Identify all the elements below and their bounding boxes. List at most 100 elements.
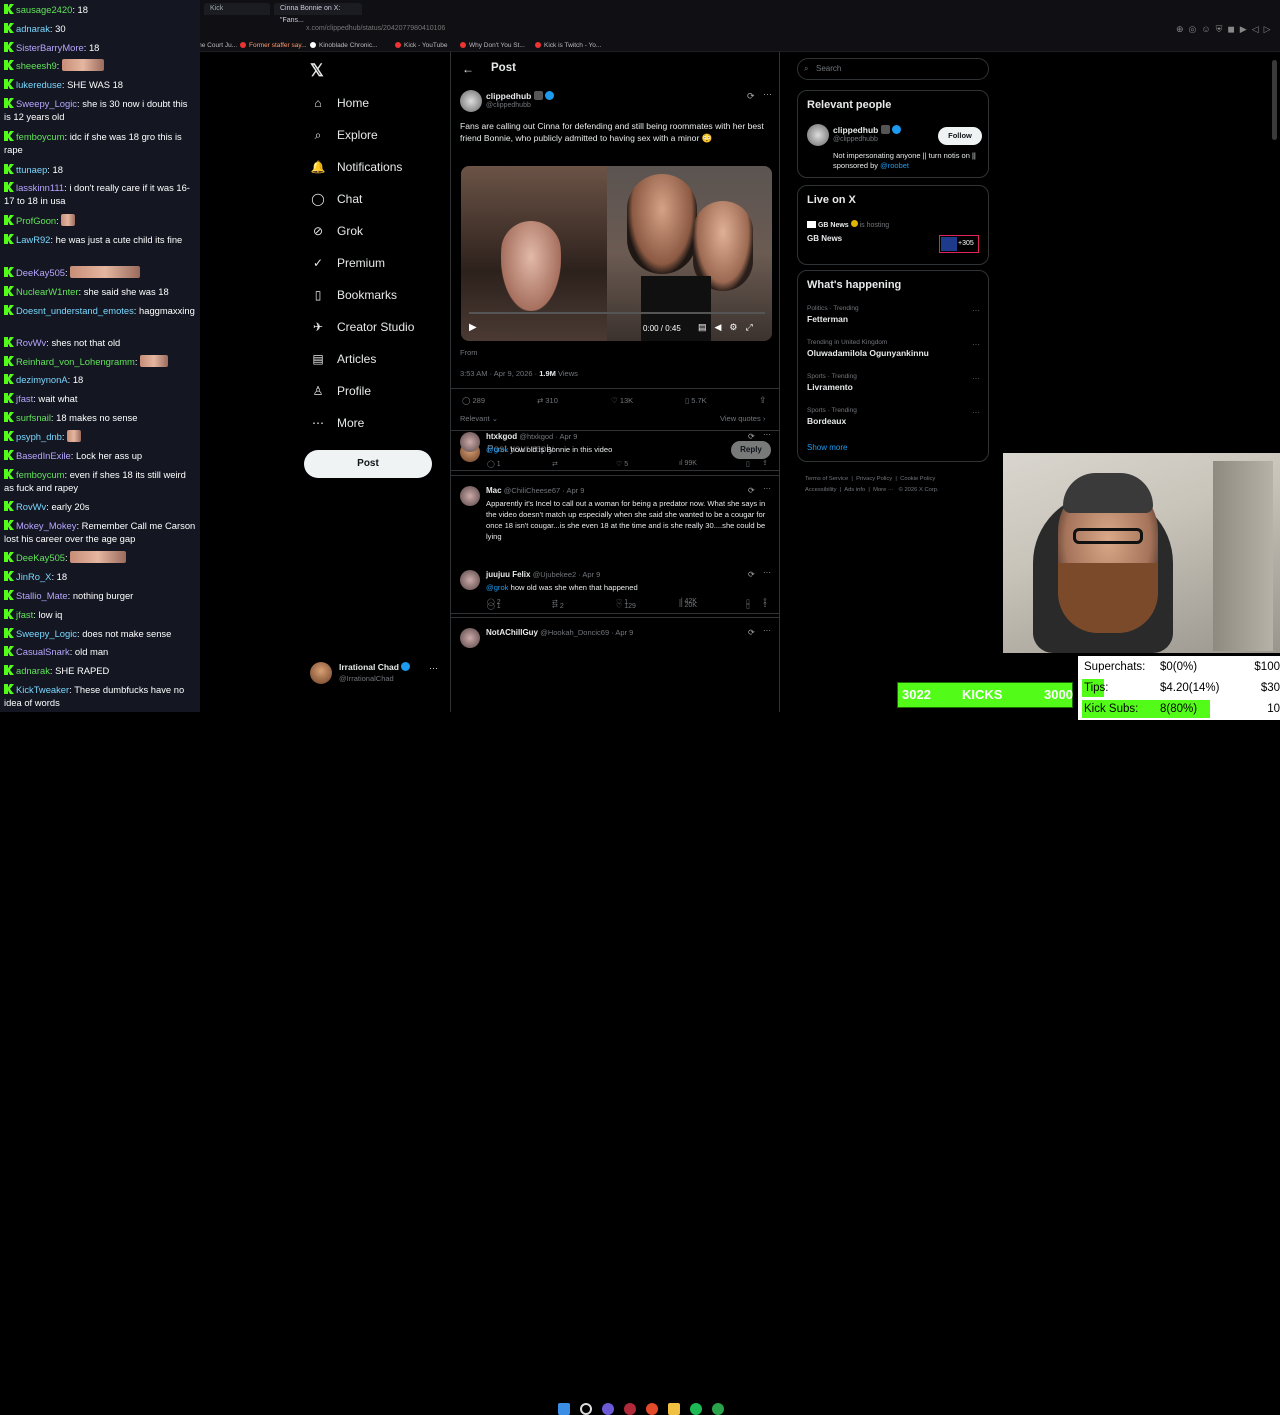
trend-topic[interactable]: Fetterman (807, 314, 848, 324)
trend-topic[interactable]: Livramento (807, 382, 853, 392)
reply-author[interactable]: htxkgod (486, 432, 517, 441)
show-more-link[interactable]: Show more (807, 443, 847, 452)
share-icon[interactable]: ⇪ (762, 459, 768, 467)
reply-action-reply[interactable]: ◯ 1 (487, 460, 501, 468)
chat-username[interactable]: lasskinn111 (16, 182, 64, 193)
reply-action-reply[interactable]: ◯ 2 (487, 598, 501, 606)
bookmark-icon[interactable]: ▯ (746, 460, 750, 468)
reply-count[interactable]: ◯ 289 (462, 396, 485, 405)
x-logo-icon[interactable]: 𝕏 (310, 61, 324, 81)
reply-post[interactable]: htxkgod @htxkgod · Apr 9 ⟳ ··· @grok how ol… (451, 427, 779, 479)
more-options-icon[interactable]: ··· (972, 374, 980, 383)
xbox-icon[interactable] (712, 1403, 724, 1415)
nav-item-notifications[interactable]: 🔔 Notifications (311, 157, 403, 177)
reply-handle[interactable]: @Ujubekee2 · Apr 9 (533, 570, 601, 579)
search-input[interactable]: ⌕ Search (797, 58, 989, 80)
bookmark[interactable]: Why Don't You St... (460, 40, 525, 52)
chat-username[interactable]: psyph_dnb (16, 431, 62, 442)
reply-action-like[interactable]: ♡ 1 (616, 598, 628, 606)
footer-link[interactable]: Ads info (844, 487, 865, 493)
trend-topic[interactable]: Bordeaux (807, 416, 846, 426)
back-arrow-icon[interactable]: ← (462, 62, 474, 76)
avatar[interactable] (807, 124, 829, 146)
nav-item-chat[interactable]: ◯ Chat (311, 189, 362, 209)
avatar[interactable] (460, 432, 480, 452)
grok-icon[interactable]: ⟳ (748, 628, 755, 637)
nav-item-profile[interactable]: ♙ Profile (311, 381, 371, 401)
more-options-icon[interactable]: ··· (763, 568, 771, 577)
chat-username[interactable]: lukereduse (16, 79, 62, 90)
reply-handle[interactable]: @ChiliCheese67 · Apr 9 (504, 486, 585, 495)
post-handle[interactable]: @clippedhubb (486, 102, 531, 109)
reply-action-views[interactable]: ıl 42K (679, 598, 697, 605)
chat-username[interactable]: femboycum (16, 469, 64, 480)
reply-author[interactable]: Mac (486, 486, 502, 495)
reply-mention[interactable]: @grok (486, 583, 508, 592)
author-avatar[interactable] (460, 90, 482, 112)
spotify-icon[interactable] (690, 1403, 702, 1415)
reply-mention[interactable]: @grok (486, 445, 508, 454)
trend-topic[interactable]: Oluwadamilola Ogunyankinnu (807, 348, 929, 358)
reply-handle[interactable]: @Hookah_Doncic69 · Apr 9 (540, 628, 633, 637)
bookmark-icon[interactable]: ▯ (746, 598, 750, 606)
more-options-icon[interactable]: ··· (972, 408, 980, 417)
like-count[interactable]: ♡ 13K (611, 396, 633, 405)
nav-item-bookmarks[interactable]: ▯ Bookmarks (311, 285, 397, 305)
bookmark[interactable]: Former staffer say... (240, 40, 307, 52)
chat-username[interactable]: Sweepy_Logic (16, 98, 77, 109)
chat-username[interactable]: adnarak (16, 665, 50, 676)
footer-link[interactable]: Privacy Policy (856, 476, 892, 482)
obs-icon[interactable] (624, 1403, 636, 1415)
more-options-icon[interactable]: ··· (763, 484, 771, 493)
footer-link[interactable]: Accessibility (805, 487, 837, 493)
scrollbar[interactable] (1272, 60, 1277, 140)
chat-username[interactable]: RovWv (16, 501, 46, 512)
repost-count[interactable]: ⇄ 310 (537, 396, 558, 405)
more-options-icon[interactable]: ··· (972, 340, 980, 349)
grok-icon[interactable]: ⟳ (748, 570, 755, 579)
grok-icon[interactable]: ⟳ (748, 486, 755, 495)
reply-action-repost[interactable]: ⇄ (552, 598, 558, 606)
chat-username[interactable]: Reinhard_von_Lohengramm (16, 356, 135, 367)
chat-username[interactable]: adnarak (16, 23, 50, 34)
nav-item-explore[interactable]: ⌕ Explore (311, 125, 378, 145)
share-icon[interactable]: ⇪ (759, 395, 767, 406)
nav-item-articles[interactable]: ▤ Articles (311, 349, 376, 369)
discord-icon[interactable] (602, 1403, 614, 1415)
account-switcher[interactable]: Irrational Chad @IrrationalChad ··· (310, 660, 440, 686)
post-button[interactable]: Post (304, 450, 432, 478)
reply-post[interactable]: NotAChillGuy @Hookah_Doncic69 · Apr 9 ⟳ ··… (451, 623, 779, 675)
chat-username[interactable]: ttunaep (16, 164, 47, 175)
chat-username[interactable]: ProfGoon (16, 215, 56, 226)
post-author[interactable]: clippedhub (486, 91, 555, 101)
nav-item-home[interactable]: ⌂ Home (311, 93, 369, 113)
view-quotes-link[interactable]: View quotes › (720, 414, 765, 423)
post-video[interactable]: ▶ 0:00 / 0:45 ▤◀⚙⤢ (461, 166, 772, 341)
reply-post[interactable]: juujuu Felix @Ujubekee2 · Apr 9 ⟳ ··· @grok… (451, 565, 779, 617)
more-options-icon[interactable]: ··· (763, 89, 772, 99)
nav-item-grok[interactable]: ⊘ Grok (311, 221, 363, 241)
footer-link[interactable]: Terms of Service (805, 476, 848, 482)
share-icon[interactable]: ⇪ (762, 597, 768, 605)
video-controls-icons[interactable]: ▤◀⚙⤢ (698, 322, 761, 333)
chat-username[interactable]: dezimynonA (16, 374, 68, 385)
reply-author[interactable]: juujuu Felix (486, 570, 530, 579)
chat-username[interactable]: BasedInExile (16, 450, 71, 461)
chat-username[interactable]: CasualSnark (16, 646, 70, 657)
live-listeners[interactable]: +305 (939, 235, 979, 253)
bookmark-count[interactable]: ▯ 5.7K (685, 396, 707, 405)
chat-username[interactable]: NuclearW1nter (16, 286, 79, 297)
folder-icon[interactable] (668, 1403, 680, 1415)
chat-username[interactable]: KickTweaker (16, 684, 69, 695)
chat-username[interactable]: LawR92 (16, 234, 50, 245)
reply-author[interactable]: NotAChillGuy (486, 628, 538, 637)
address-bar[interactable]: x.com/clippedhub/status/2042077980410106 (300, 22, 1160, 36)
chat-username[interactable]: jfast (16, 393, 33, 404)
chat-username[interactable]: jfast (16, 609, 33, 620)
browser-icon[interactable] (646, 1403, 658, 1415)
footer-link[interactable]: More ··· (873, 487, 894, 493)
follow-button[interactable]: Follow (938, 127, 982, 145)
grok-icon[interactable]: ⟳ (747, 91, 755, 102)
bookmark[interactable]: Kick - YouTube (395, 40, 447, 52)
play-icon[interactable]: ▶ (469, 322, 477, 333)
